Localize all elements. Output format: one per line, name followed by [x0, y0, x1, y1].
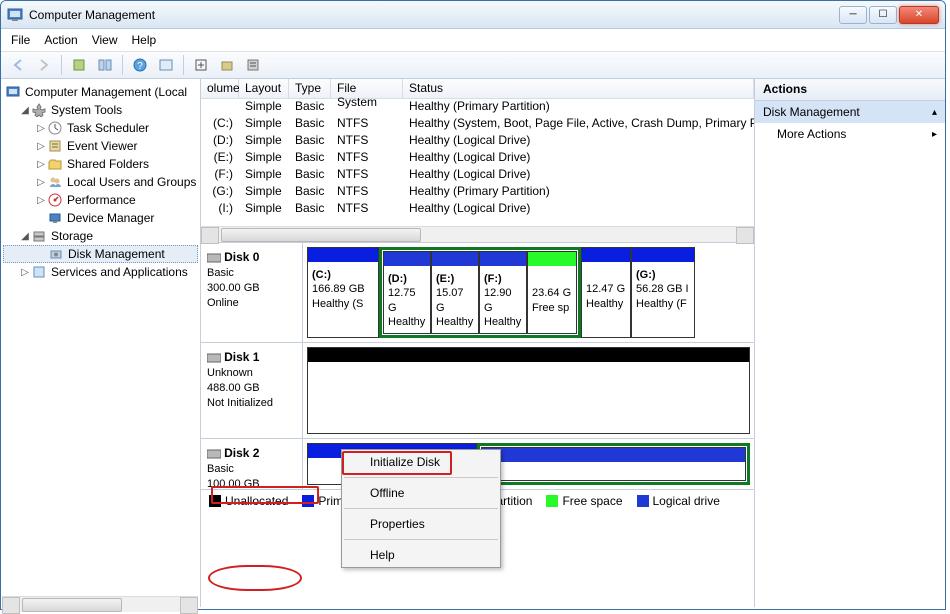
disk0-info: Disk 0 Basic 300.00 GB Online — [201, 243, 303, 342]
disk-row-0[interactable]: Disk 0 Basic 300.00 GB Online (C:)166.89… — [201, 243, 754, 343]
maximize-button[interactable]: ☐ — [869, 6, 897, 24]
tree-shared-folders[interactable]: ▷Shared Folders — [3, 155, 198, 173]
window-title: Computer Management — [29, 8, 839, 22]
col-filesystem[interactable]: File System — [331, 79, 403, 98]
disk1-state: Not Initialized — [207, 397, 273, 409]
menu-file[interactable]: File — [11, 33, 30, 47]
volume-row[interactable]: (F:)SimpleBasicNTFSHealthy (Logical Driv… — [201, 167, 754, 184]
titlebar[interactable]: Computer Management ─ ☐ ✕ — [1, 1, 945, 29]
tree-device-manager[interactable]: Device Manager — [3, 209, 198, 227]
col-layout[interactable]: Layout — [239, 79, 289, 98]
tree-root[interactable]: Computer Management (Local — [3, 83, 198, 101]
volume-row[interactable]: (I:)SimpleBasicNTFSHealthy (Logical Driv… — [201, 201, 754, 218]
svg-text:?: ? — [137, 61, 143, 72]
tree-disk-management[interactable]: Disk Management — [3, 245, 198, 263]
menu-help[interactable]: Help — [132, 33, 157, 47]
col-volume[interactable]: olume — [201, 79, 239, 98]
volume-row[interactable]: (G:)SimpleBasicNTFSHealthy (Primary Part… — [201, 184, 754, 201]
tree-task-scheduler[interactable]: ▷Task Scheduler — [3, 119, 198, 137]
volume-row[interactable]: (C:)SimpleBasicNTFSHealthy (System, Boot… — [201, 116, 754, 133]
close-button[interactable]: ✕ — [899, 6, 939, 24]
disk2-info: Disk 2 Basic 100.00 GB — [201, 439, 303, 489]
actions-pane: Actions Disk Management▴ More Actions▸ — [755, 79, 945, 607]
volume-list-header[interactable]: olume Layout Type File System Status — [201, 79, 754, 99]
context-menu: Initialize Disk Offline Properties Help — [341, 449, 501, 568]
col-type[interactable]: Type — [289, 79, 331, 98]
navigation-tree[interactable]: Computer Management (Local ◢System Tools… — [1, 79, 201, 607]
app-icon — [7, 7, 23, 23]
actions-disk-management[interactable]: Disk Management▴ — [755, 101, 945, 123]
menu-view[interactable]: View — [92, 33, 118, 47]
disk1-unallocated[interactable] — [307, 347, 750, 434]
toolbar-icon[interactable] — [94, 54, 116, 76]
menubar: File Action View Help — [1, 29, 945, 51]
actions-more[interactable]: More Actions▸ — [755, 123, 945, 145]
partition-g[interactable]: (G:)56.28 GB IHealthy (F — [631, 247, 695, 338]
tree-scrollbar[interactable] — [2, 596, 198, 607]
context-initialize-disk[interactable]: Initialize Disk — [342, 450, 500, 474]
tree-performance[interactable]: ▷Performance — [3, 191, 198, 209]
volume-row[interactable]: (D:)SimpleBasicNTFSHealthy (Logical Driv… — [201, 133, 754, 150]
disk-row-1[interactable]: Disk 1 Unknown 488.00 GB Not Initialized — [201, 343, 754, 439]
partition-e[interactable]: (E:)15.07 GHealthy — [431, 251, 479, 334]
partition-d[interactable]: (D:)12.75 GHealthy — [383, 251, 431, 334]
minimize-button[interactable]: ─ — [839, 6, 867, 24]
partition-c[interactable]: (C:)166.89 GBHealthy (S — [307, 247, 379, 338]
toolbar-icon[interactable] — [68, 54, 90, 76]
disk1-info: Disk 1 Unknown 488.00 GB Not Initialized — [201, 343, 303, 438]
volume-scrollbar[interactable] — [201, 226, 754, 242]
toolbar-icon[interactable] — [155, 54, 177, 76]
toolbar-icon[interactable] — [242, 54, 264, 76]
tree-services-apps[interactable]: ▷Services and Applications — [3, 263, 198, 281]
back-button[interactable] — [7, 54, 29, 76]
volume-row[interactable]: SimpleBasicHealthy (Primary Partition) — [201, 99, 754, 116]
actions-header: Actions — [755, 79, 945, 101]
tree-event-viewer[interactable]: ▷Event Viewer — [3, 137, 198, 155]
context-offline[interactable]: Offline — [342, 481, 500, 505]
partition-f[interactable]: (F:)12.90 GHealthy — [479, 251, 527, 334]
extended-partition: (D:)12.75 GHealthy (E:)15.07 GHealthy (F… — [379, 247, 581, 338]
menu-action[interactable]: Action — [44, 33, 77, 47]
toolbar-icon[interactable] — [216, 54, 238, 76]
volume-row[interactable]: (E:)SimpleBasicNTFSHealthy (Logical Driv… — [201, 150, 754, 167]
tree-storage[interactable]: ◢Storage — [3, 227, 198, 245]
partition-hidden[interactable]: 12.47 GHealthy — [581, 247, 631, 338]
context-properties[interactable]: Properties — [342, 512, 500, 536]
help-icon[interactable]: ? — [129, 54, 151, 76]
tree-local-users[interactable]: ▷Local Users and Groups — [3, 173, 198, 191]
context-help[interactable]: Help — [342, 543, 500, 567]
partition-free[interactable]: 23.64 GFree sp — [527, 251, 577, 334]
volume-list[interactable]: SimpleBasicHealthy (Primary Partition)(C… — [201, 99, 754, 218]
col-status[interactable]: Status — [403, 79, 754, 98]
toolbar: ? — [1, 51, 945, 79]
forward-button[interactable] — [33, 54, 55, 76]
disk2-extended — [477, 443, 750, 485]
tree-system-tools[interactable]: ◢System Tools — [3, 101, 198, 119]
toolbar-icon[interactable] — [190, 54, 212, 76]
